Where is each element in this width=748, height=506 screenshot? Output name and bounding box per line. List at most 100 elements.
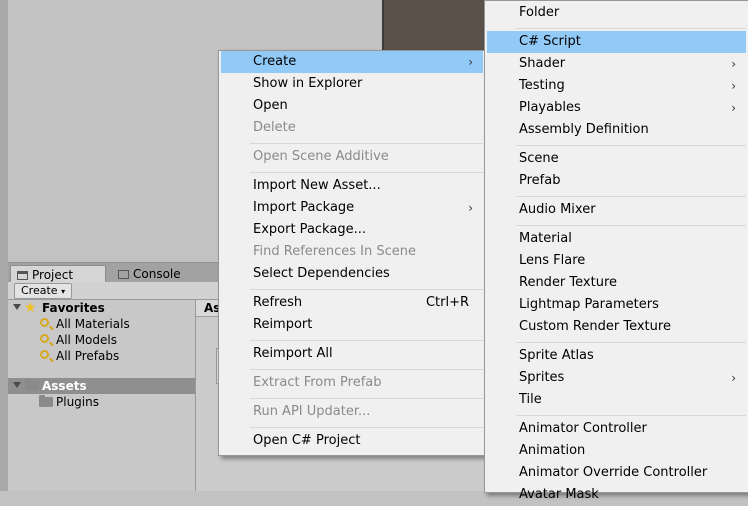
menu-item-select-dependencies[interactable]: Select Dependencies [221,263,483,285]
menu-item-shader[interactable]: Shader › [487,53,746,75]
search-icon [40,334,49,343]
menu-item-sprites[interactable]: Sprites › [487,367,746,389]
menu-item-reimport-all[interactable]: Reimport All [221,343,483,365]
menu-item-label: Open C# Project [253,433,361,448]
menu-item-prefab[interactable]: Prefab [487,170,746,192]
menu-item-label: Reimport [253,317,313,332]
menu-item-label: Open [253,98,288,113]
folder-icon [17,271,28,280]
folder-icon [25,379,39,391]
menu-item-label: Lens Flare [519,253,586,268]
menu-item-label: Prefab [519,173,561,188]
menu-item-avatar-mask[interactable]: Avatar Mask [487,484,746,506]
menu-item-import-new-asset[interactable]: Import New Asset... [221,175,483,197]
menu-item-create[interactable]: Create › [221,51,483,73]
menu-item-testing[interactable]: Testing › [487,75,746,97]
expand-arrow-icon [13,382,21,388]
menu-item-playables[interactable]: Playables › [487,97,746,119]
menu-separator [250,143,483,144]
menu-item-animator-override-controller[interactable]: Animator Override Controller [487,462,746,484]
tree-item-assets[interactable]: Assets [8,378,195,394]
menu-item-import-package[interactable]: Import Package › [221,197,483,219]
menu-item-animator-controller[interactable]: Animator Controller [487,418,746,440]
menu-item-find-references[interactable]: Find References In Scene [221,241,483,263]
menu-item-open-csharp-project[interactable]: Open C# Project [221,430,483,452]
menu-item-scene[interactable]: Scene [487,148,746,170]
menu-item-label: Find References In Scene [253,244,416,259]
menu-item-render-texture[interactable]: Render Texture [487,272,746,294]
menu-item-audio-mixer[interactable]: Audio Mixer [487,199,746,221]
menu-item-label: Create [253,54,297,69]
menu-separator [516,225,746,226]
menu-separator [250,427,483,428]
menu-item-lightmap-parameters[interactable]: Lightmap Parameters [487,294,746,316]
submenu-arrow-icon: › [468,201,473,215]
menu-item-refresh[interactable]: Refresh Ctrl+R [221,292,483,314]
menu-item-label: Import New Asset... [253,178,381,193]
assets-label: Assets [42,379,87,393]
menu-item-label: Tile [519,392,542,407]
submenu-arrow-icon: › [731,371,736,385]
menu-item-sprite-atlas[interactable]: Sprite Atlas [487,345,746,367]
menu-item-label: Playables [519,100,581,115]
tree-item-all-prefabs[interactable]: All Prefabs [8,348,195,364]
project-folder-tree: ★ Favorites All Materials All Models All… [8,300,196,491]
menu-item-label: Sprites [519,370,565,385]
menu-item-folder[interactable]: Folder [487,2,746,24]
menu-item-delete[interactable]: Delete [221,117,483,139]
menu-item-export-package[interactable]: Export Package... [221,219,483,241]
tree-item-label: All Materials [56,317,130,331]
menu-item-label: Open Scene Additive [253,149,389,164]
menu-item-label: Delete [253,120,296,135]
tree-item-label: Plugins [56,395,99,409]
folder-icon [39,395,53,407]
menu-item-csharp-script[interactable]: C# Script [487,31,746,53]
menu-item-label: Render Texture [519,275,618,290]
expand-arrow-icon [13,304,21,310]
menu-separator [250,340,483,341]
menu-item-label: Lightmap Parameters [519,297,659,312]
dropdown-arrow-icon: ▾ [61,287,66,296]
create-button-label: Create [21,284,58,297]
tree-item-favorites[interactable]: ★ Favorites [8,300,195,316]
menu-item-label: Sprite Atlas [519,348,594,363]
menu-separator [250,398,483,399]
search-icon [40,318,49,327]
menu-separator [516,342,746,343]
menu-item-lens-flare[interactable]: Lens Flare [487,250,746,272]
menu-item-animation[interactable]: Animation [487,440,746,462]
submenu-arrow-icon: › [731,101,736,115]
menu-item-open-scene-additive[interactable]: Open Scene Additive [221,146,483,168]
star-icon: ★ [24,300,37,316]
menu-separator [250,369,483,370]
menu-item-label: Animator Override Controller [519,465,708,480]
search-icon [40,350,49,359]
menu-separator [516,415,746,416]
tree-item-plugins[interactable]: Plugins [8,394,195,410]
tab-project-label: Project [32,268,74,282]
tab-console[interactable]: Console [112,265,208,283]
tree-item-all-models[interactable]: All Models [8,332,195,348]
menu-separator [516,196,746,197]
menu-item-label: Animator Controller [519,421,647,436]
context-menu: Create › Show in Explorer Open Delete Ope… [218,50,486,456]
submenu-arrow-icon: › [731,57,736,71]
menu-item-show-in-explorer[interactable]: Show in Explorer [221,73,483,95]
menu-item-assembly-definition[interactable]: Assembly Definition [487,119,746,141]
menu-item-run-api-updater[interactable]: Run API Updater... [221,401,483,423]
menu-item-label: Show in Explorer [253,76,363,91]
create-dropdown-button[interactable]: Create ▾ [14,283,73,299]
menu-item-label: Animation [519,443,586,458]
menu-item-open[interactable]: Open [221,95,483,117]
tree-item-all-materials[interactable]: All Materials [8,316,195,332]
menu-item-label: Import Package [253,200,355,215]
menu-item-tile[interactable]: Tile [487,389,746,411]
favorites-label: Favorites [42,301,105,315]
menu-item-custom-render-texture[interactable]: Custom Render Texture [487,316,746,338]
menu-separator [516,28,746,29]
tab-project[interactable]: Project [10,265,106,283]
menu-item-reimport[interactable]: Reimport [221,314,483,336]
menu-item-extract-from-prefab[interactable]: Extract From Prefab [221,372,483,394]
menu-item-material[interactable]: Material [487,228,746,250]
menu-item-label: Testing [519,78,565,93]
